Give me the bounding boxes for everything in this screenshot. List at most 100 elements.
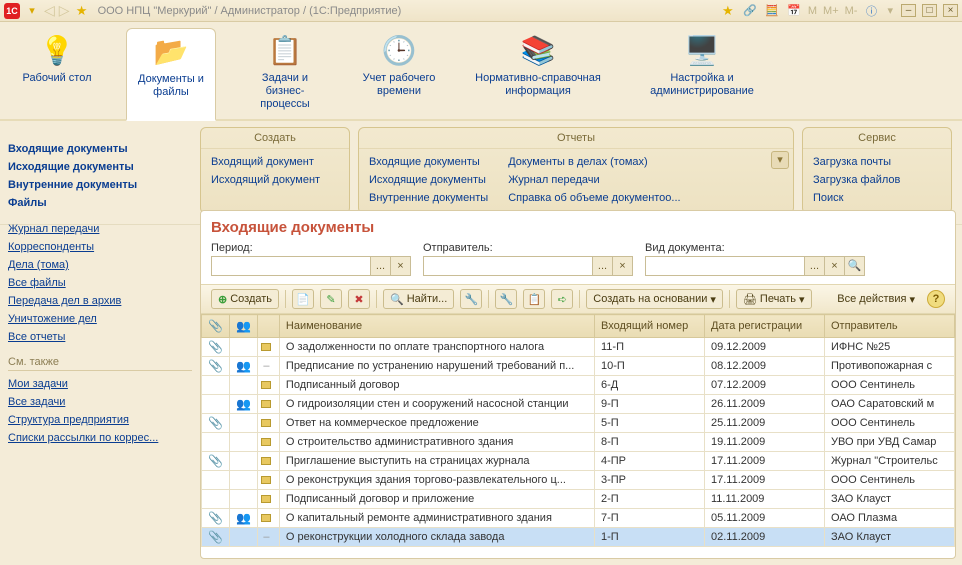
cmd-search[interactable]: Поиск — [813, 189, 941, 207]
list-button[interactable]: 📋 — [523, 289, 545, 309]
cmd-create-outgoing[interactable]: Исходящий документ — [211, 171, 339, 189]
dropdown-icon[interactable]: ▾ — [24, 3, 40, 19]
find-button[interactable]: 🔍Найти... — [383, 289, 454, 309]
section-desktop[interactable]: 💡 Рабочий стол — [12, 28, 102, 119]
doctype-search-button[interactable]: 🔍 — [845, 256, 865, 276]
close-button[interactable]: × — [943, 4, 958, 17]
table-row[interactable]: 📎–О реконструкции холодного склада завод… — [202, 528, 955, 547]
cmd-rep-outgoing[interactable]: Исходящие документы — [369, 171, 488, 189]
cell-kind — [257, 338, 279, 357]
m-minus-button[interactable]: М- — [845, 5, 858, 17]
info-icon[interactable]: ⓘ — [863, 3, 879, 19]
doctype-select-button[interactable]: ... — [805, 256, 825, 276]
nav-allfiles[interactable]: Все файлы — [8, 274, 192, 292]
m-button[interactable]: М — [808, 5, 817, 17]
maximize-button[interactable]: □ — [922, 4, 937, 17]
table-row[interactable]: О реконструкция здания торгово-развлекат… — [202, 471, 955, 490]
section-time[interactable]: 🕒 Учет рабочего времени — [354, 28, 444, 119]
table-row[interactable]: 📎О задолженности по оплате транспортного… — [202, 338, 955, 357]
table-row[interactable]: О строительство административного здания… — [202, 433, 955, 452]
create-based-button[interactable]: Создать на основании ▾ — [586, 289, 723, 309]
favorite-icon[interactable]: ★ — [74, 3, 90, 19]
col-date[interactable]: Дата регистрации — [705, 315, 825, 338]
table-row[interactable]: 👥О гидроизоляции стен и сооружений насос… — [202, 395, 955, 414]
nav-destroy[interactable]: Уничтожение дел — [8, 310, 192, 328]
section-documents[interactable]: 📂 Документы и файлы — [126, 28, 216, 121]
cmd-rep-incoming[interactable]: Входящие документы — [369, 153, 488, 171]
nav-mailing[interactable]: Списки рассылки по коррес... — [8, 429, 192, 447]
period-select-button[interactable]: ... — [371, 256, 391, 276]
export-button[interactable]: ➪ — [551, 289, 573, 309]
period-clear-button[interactable]: × — [391, 256, 411, 276]
cmd-rep-volumes[interactable]: Документы в делах (томах) — [508, 153, 680, 171]
nav-files[interactable]: Файлы — [8, 194, 192, 212]
table-row[interactable]: 📎Приглашение выступить на страницах журн… — [202, 452, 955, 471]
star-icon[interactable]: ★ — [720, 3, 736, 19]
section-refs[interactable]: 📚 Нормативно-справочная информация — [468, 28, 608, 119]
col-name[interactable]: Наименование — [279, 315, 594, 338]
cmd-rep-internal[interactable]: Внутренние документы — [369, 189, 488, 207]
clear-find-button[interactable]: 🔧 — [460, 289, 482, 309]
nav-back-icon[interactable]: ◁ — [44, 2, 55, 19]
dash-icon: – — [263, 531, 269, 543]
delete-button[interactable]: ✖ — [348, 289, 370, 309]
cell-sender: ОАО Саратовский м — [825, 395, 955, 414]
col-sender[interactable]: Отправитель — [825, 315, 955, 338]
cell-sender: ИФНС №25 — [825, 338, 955, 357]
nav-org[interactable]: Структура предприятия — [8, 411, 192, 429]
table-row[interactable]: Подписанный договор6-Д07.12.2009ООО Сент… — [202, 376, 955, 395]
table-row[interactable]: 📎👥–Предписание по устранению нарушений т… — [202, 357, 955, 376]
section-admin[interactable]: 🖥️ Настройка и администрирование — [632, 28, 772, 119]
cmd-load-files[interactable]: Загрузка файлов — [813, 171, 941, 189]
nav-incoming[interactable]: Входящие документы — [8, 140, 192, 158]
sender-input[interactable] — [423, 256, 593, 276]
reports-more-button[interactable]: ▾ — [771, 151, 789, 169]
nav-corr[interactable]: Корреспонденты — [8, 238, 192, 256]
print-button[interactable]: 🖨 Печать ▾ — [736, 289, 812, 309]
calc-icon[interactable]: 🧮 — [764, 3, 780, 19]
sender-clear-button[interactable]: × — [613, 256, 633, 276]
cell-date: 09.12.2009 — [705, 338, 825, 357]
all-actions-button[interactable]: Все действия ▾ — [831, 289, 921, 309]
cmd-create-incoming[interactable]: Входящий документ — [211, 153, 339, 171]
cell-kind — [257, 509, 279, 528]
nav-alltasks[interactable]: Все задачи — [8, 393, 192, 411]
m-plus-button[interactable]: М+ — [823, 5, 839, 17]
edit-button[interactable]: ✎ — [320, 289, 342, 309]
cmd-load-mail[interactable]: Загрузка почты — [813, 153, 941, 171]
calendar-icon[interactable]: 📅 — [786, 3, 802, 19]
period-input[interactable] — [211, 256, 371, 276]
nav-archive[interactable]: Передача дел в архив — [8, 292, 192, 310]
nav-volumes[interactable]: Дела (тома) — [8, 256, 192, 274]
table-wrap[interactable]: 📎 👥 Наименование Входящий номер Дата рег… — [201, 314, 955, 558]
nav-journal[interactable]: Журнал передачи — [8, 220, 192, 238]
minimize-button[interactable]: – — [901, 4, 916, 17]
nav-fwd-icon[interactable]: ▷ — [59, 2, 70, 19]
nav-outgoing[interactable]: Исходящие документы — [8, 158, 192, 176]
nav-allreports[interactable]: Все отчеты — [8, 328, 192, 346]
cmd-rep-journal[interactable]: Журнал передачи — [508, 171, 680, 189]
panel-reports: Отчеты ▾ Входящие документы Исходящие до… — [358, 127, 794, 214]
col-clip[interactable]: 📎 — [202, 315, 230, 338]
table-row[interactable]: Подписанный договор и приложение2-П11.11… — [202, 490, 955, 509]
doctype-clear-button[interactable]: × — [825, 256, 845, 276]
col-number[interactable]: Входящий номер — [595, 315, 705, 338]
table-row[interactable]: 📎👥О капитальный ремонте административног… — [202, 509, 955, 528]
help-button[interactable]: ? — [927, 290, 945, 308]
cmd-rep-volume-info[interactable]: Справка об объеме документоо... — [508, 189, 680, 207]
create-button[interactable]: ⊕Создать — [211, 289, 279, 309]
doctype-input[interactable] — [645, 256, 805, 276]
table-row[interactable]: 📎Ответ на коммерческое предложение5-П25.… — [202, 414, 955, 433]
col-people[interactable]: 👥 — [229, 315, 257, 338]
col-tree[interactable] — [257, 315, 279, 338]
nav-internal[interactable]: Внутренние документы — [8, 176, 192, 194]
links-icon[interactable]: 🔗 — [742, 3, 758, 19]
nav-mytasks[interactable]: Мои задачи — [8, 375, 192, 393]
cell-kind — [257, 471, 279, 490]
sender-select-button[interactable]: ... — [593, 256, 613, 276]
section-tasks[interactable]: 📋 Задачи и бизнес-процессы — [240, 28, 330, 119]
attach-button[interactable]: 🔧 — [495, 289, 517, 309]
cell-name: Подписанный договор и приложение — [279, 490, 594, 509]
copy-button[interactable]: 📄 — [292, 289, 314, 309]
cell-people — [229, 452, 257, 471]
